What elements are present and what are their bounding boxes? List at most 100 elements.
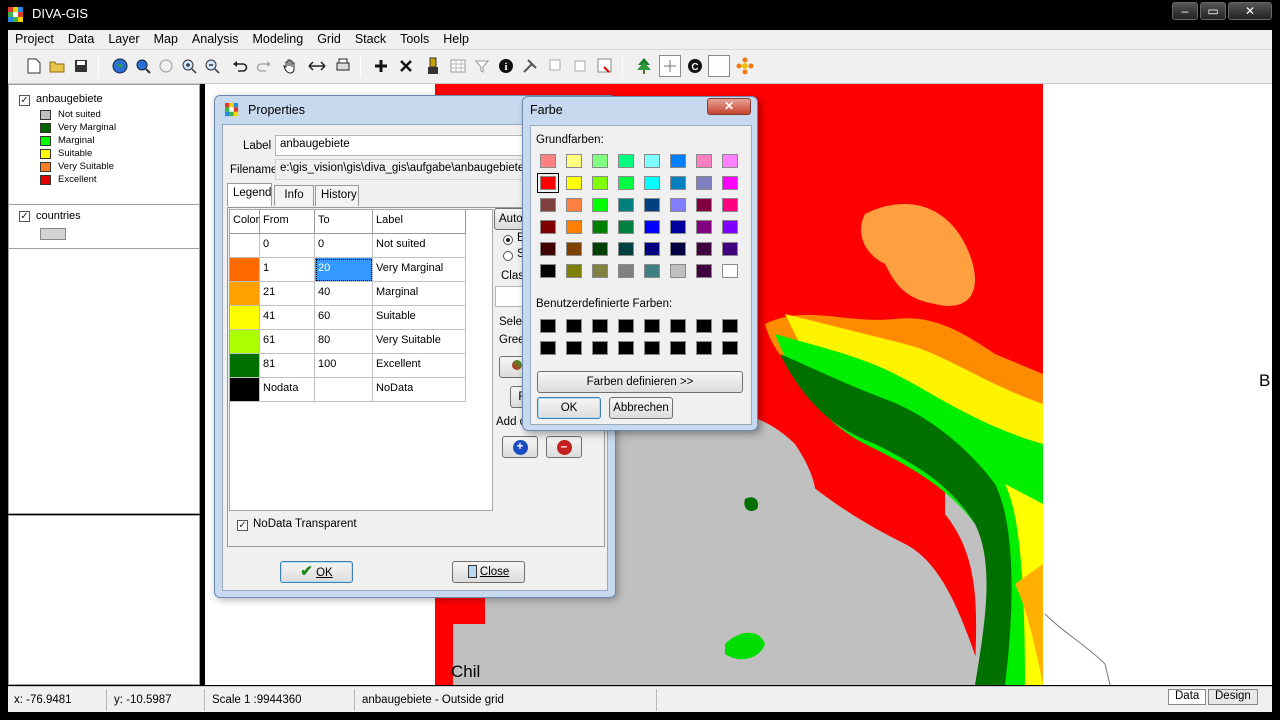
menu-modeling[interactable]: Modeling (245, 30, 310, 46)
row-color-swatch[interactable] (230, 378, 260, 402)
row-label-cell[interactable]: Suitable (373, 306, 466, 330)
tools-icon[interactable] (519, 55, 541, 77)
basic-color-swatch[interactable] (537, 173, 559, 193)
radio-equal[interactable] (503, 235, 513, 245)
custom-color-swatch[interactable] (696, 319, 712, 333)
tab-history[interactable]: History (315, 185, 359, 206)
basic-color-swatch[interactable] (722, 154, 738, 168)
basic-color-swatch[interactable] (644, 264, 660, 278)
col-color[interactable]: Color (230, 210, 260, 234)
basic-color-swatch[interactable] (540, 220, 556, 234)
col-from[interactable]: From (260, 210, 315, 234)
row-label-cell[interactable]: Very Suitable (373, 330, 466, 354)
menu-grid[interactable]: Grid (310, 30, 348, 46)
radio-standard[interactable] (503, 251, 513, 261)
basic-color-swatch[interactable] (618, 154, 634, 168)
basic-color-swatch[interactable] (670, 264, 686, 278)
custom-color-swatch[interactable] (566, 341, 582, 355)
add-class-button[interactable]: + (502, 436, 538, 458)
close-window-button[interactable]: ✕ (1228, 2, 1272, 20)
col-label[interactable]: Label (373, 210, 466, 234)
basic-color-swatch[interactable] (592, 176, 608, 190)
basic-color-swatch[interactable] (696, 264, 712, 278)
menu-project[interactable]: Project (8, 30, 61, 46)
pan-hand-icon[interactable] (279, 55, 301, 77)
custom-color-swatch[interactable] (540, 341, 556, 355)
row-color-swatch[interactable] (230, 354, 260, 378)
tab-data[interactable]: Data (1168, 689, 1207, 705)
basic-color-swatch[interactable] (618, 220, 634, 234)
custom-color-swatch[interactable] (592, 341, 608, 355)
measure-icon[interactable] (306, 55, 328, 77)
basic-color-swatch[interactable] (618, 264, 634, 278)
maximize-button[interactable]: ▭ (1200, 2, 1226, 20)
basic-color-swatch[interactable] (566, 154, 582, 168)
paint-icon[interactable] (422, 55, 444, 77)
custom-color-swatch[interactable] (592, 319, 608, 333)
row-from-cell[interactable]: 1 (260, 258, 315, 282)
row-to-cell[interactable]: 60 (315, 306, 373, 330)
row-to-cell[interactable]: 100 (315, 354, 373, 378)
copyright-icon[interactable]: C (684, 55, 706, 77)
nodata-transparent-checkbox[interactable]: ✓ (237, 520, 248, 531)
define-colors-button[interactable]: Farben definieren >> (537, 371, 743, 393)
basic-color-swatch[interactable] (540, 154, 556, 168)
flower-icon[interactable] (734, 55, 756, 77)
row-to-cell[interactable] (315, 378, 373, 402)
custom-color-swatch[interactable] (618, 319, 634, 333)
row-color-swatch[interactable] (230, 258, 260, 282)
grid-icon[interactable] (659, 55, 681, 77)
tab-info[interactable]: Info (274, 185, 314, 206)
zoom-out-icon[interactable] (201, 55, 223, 77)
basic-color-swatch[interactable] (540, 198, 556, 212)
add-layer-icon[interactable] (370, 55, 392, 77)
basic-color-swatch[interactable] (722, 198, 738, 212)
basic-color-swatch[interactable] (618, 198, 634, 212)
select-icon[interactable] (545, 55, 567, 77)
tree-icon[interactable] (633, 55, 655, 77)
basic-color-swatch[interactable] (696, 154, 712, 168)
row-to-cell[interactable]: 20 (315, 258, 373, 282)
custom-color-swatch[interactable] (618, 341, 634, 355)
basic-color-swatch[interactable] (670, 220, 686, 234)
open-folder-icon[interactable] (46, 55, 68, 77)
save-icon[interactable] (70, 55, 92, 77)
color-cancel-button[interactable]: Abbrechen (609, 397, 673, 419)
basic-color-swatch[interactable] (722, 220, 738, 234)
custom-color-swatch[interactable] (566, 319, 582, 333)
clear-icon[interactable] (569, 55, 591, 77)
basic-color-swatch[interactable] (670, 242, 686, 256)
basic-color-swatch[interactable] (618, 176, 634, 190)
col-to[interactable]: To (315, 210, 373, 234)
new-file-icon[interactable] (23, 55, 45, 77)
row-label-cell[interactable]: NoData (373, 378, 466, 402)
menu-stack[interactable]: Stack (348, 30, 393, 46)
properties-close-button[interactable]: Close (452, 561, 525, 583)
basic-color-swatch[interactable] (696, 176, 712, 190)
remove-class-button[interactable]: – (546, 436, 582, 458)
row-label-cell[interactable]: Very Marginal (373, 258, 466, 282)
layer-name-anbaugebiete[interactable]: anbaugebiete (36, 93, 103, 105)
table-icon[interactable] (447, 55, 469, 77)
layer-checkbox-anbaugebiete[interactable]: ✓ (19, 95, 30, 106)
row-from-cell[interactable]: 81 (260, 354, 315, 378)
custom-color-swatch[interactable] (696, 341, 712, 355)
basic-color-swatch[interactable] (566, 264, 582, 278)
select-record-icon[interactable] (594, 55, 616, 77)
row-label-cell[interactable]: Marginal (373, 282, 466, 306)
row-from-cell[interactable]: Nodata (260, 378, 315, 402)
basic-color-swatch[interactable] (566, 220, 582, 234)
redo-icon[interactable] (253, 55, 275, 77)
tab-legend[interactable]: Legend (227, 183, 272, 206)
color-ok-button[interactable]: OK (537, 397, 601, 419)
filter-icon[interactable] (471, 55, 493, 77)
row-color-swatch[interactable] (230, 330, 260, 354)
basic-color-swatch[interactable] (644, 198, 660, 212)
row-from-cell[interactable]: 41 (260, 306, 315, 330)
properties-ok-button[interactable]: ✔ OK (280, 561, 353, 583)
menu-analysis[interactable]: Analysis (185, 30, 246, 46)
custom-color-swatch[interactable] (644, 319, 660, 333)
layer-checkbox-countries[interactable]: ✓ (19, 211, 30, 222)
custom-color-swatch[interactable] (722, 341, 738, 355)
row-label-cell[interactable]: Not suited (373, 234, 466, 258)
